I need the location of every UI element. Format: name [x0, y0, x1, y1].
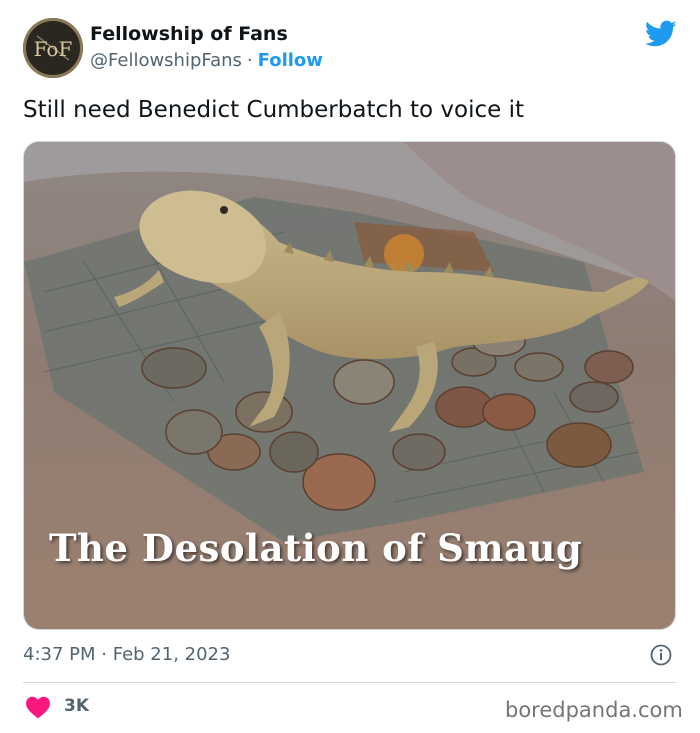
divider [23, 682, 676, 683]
tweet-card: FoF Fellowship of Fans @FellowshipFans · F… [0, 0, 700, 733]
author-handle[interactable]: @FellowshipFans [90, 50, 242, 71]
twitter-bird-icon[interactable] [645, 20, 677, 48]
info-icon[interactable] [650, 644, 672, 666]
tweet-text: Still need Benedict Cumberbatch to voice… [23, 97, 524, 123]
tweet-time: 4:37 PM [23, 644, 96, 665]
watermark: boredpanda.com [505, 698, 683, 722]
svg-text:FoF: FoF [34, 37, 73, 61]
like-count[interactable]: 3K [64, 695, 89, 717]
handle-row: @FellowshipFans · Follow [90, 50, 323, 72]
avatar-monogram-icon: FoF [24, 19, 82, 77]
image-caption: The Desolation of Smaug [49, 526, 583, 570]
timestamp-separator: · [95, 644, 113, 665]
tweet-photo[interactable]: The Desolation of Smaug [23, 141, 676, 630]
separator-dot: · [246, 50, 253, 71]
avatar[interactable]: FoF [23, 18, 83, 78]
heart-icon[interactable] [25, 695, 51, 719]
tweet-date: Feb 21, 2023 [112, 644, 231, 665]
follow-button[interactable]: Follow [258, 50, 323, 71]
tweet-timestamp[interactable]: 4:37 PM · Feb 21, 2023 [23, 644, 230, 666]
author-name[interactable]: Fellowship of Fans [90, 22, 288, 46]
